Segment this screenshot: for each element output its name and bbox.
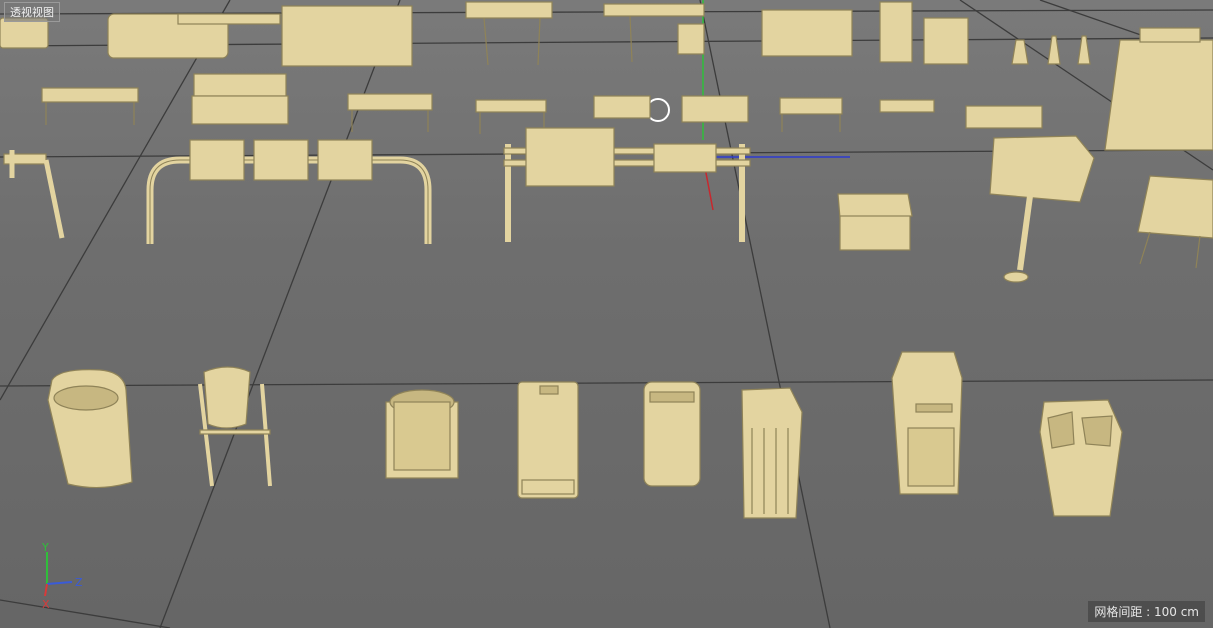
trash-bin-slatted <box>741 387 803 519</box>
floor-grid <box>0 0 1213 628</box>
z-axis-icon <box>46 581 73 585</box>
viewport-title[interactable]: 透视视图 <box>4 2 60 22</box>
street-furniture-models[interactable] <box>0 1 1213 519</box>
axis-gizmo: Y Z X <box>41 541 83 611</box>
trash-bin-tall <box>517 381 579 499</box>
bench <box>41 73 1043 134</box>
grid-spacing-readout: 网格间距 : 100 cm <box>1088 601 1205 622</box>
3d-viewport[interactable]: 透视视图 网格间距 : 100 cm Y Z X <box>0 0 1213 628</box>
x-axis-label: X <box>42 598 50 611</box>
y-axis-label: Y <box>41 541 49 554</box>
guard-rail <box>3 139 432 244</box>
trash-bin-cabinet <box>643 381 701 487</box>
dumpster <box>837 193 913 251</box>
trash-bin-oval <box>47 369 133 489</box>
x-axis-icon <box>44 583 48 597</box>
trash-bin-round <box>385 389 459 479</box>
scene-canvas[interactable] <box>0 0 1213 628</box>
trash-bin-kiosk <box>891 351 963 495</box>
recycling-bin <box>1039 399 1123 517</box>
sign-board <box>503 127 751 242</box>
billboard <box>989 135 1213 283</box>
z-axis-label: Z <box>75 576 83 589</box>
